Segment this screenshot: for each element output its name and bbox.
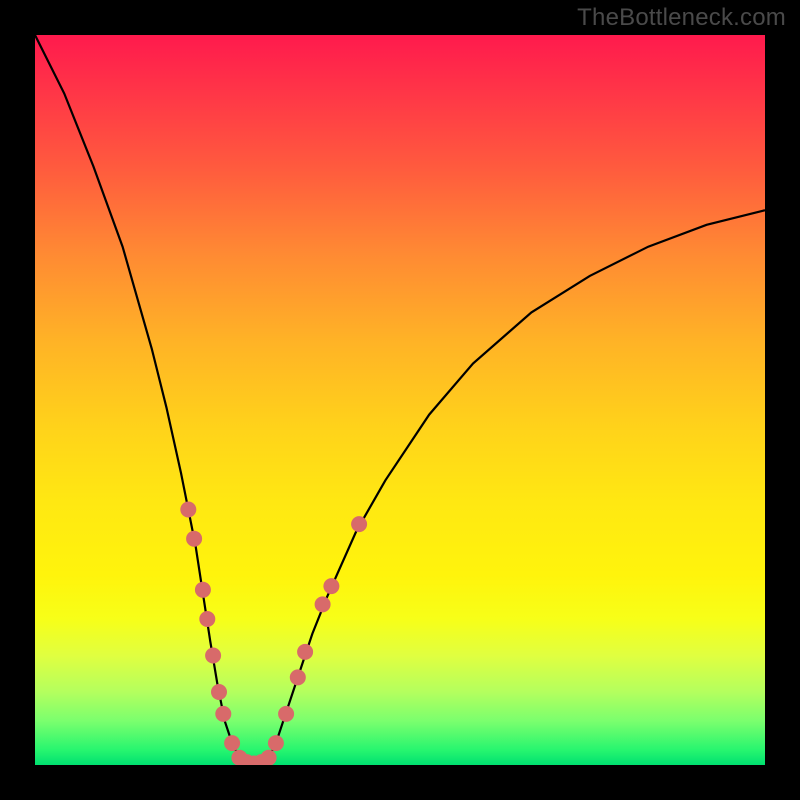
data-marker [211, 684, 227, 700]
data-marker [224, 735, 240, 751]
data-marker [351, 516, 367, 532]
bottleneck-curve [35, 35, 765, 765]
data-marker [323, 578, 339, 594]
data-marker [195, 582, 211, 598]
data-marker [315, 596, 331, 612]
data-marker [290, 669, 306, 685]
data-marker [261, 750, 277, 765]
data-marker [205, 648, 221, 664]
data-marker [268, 735, 284, 751]
watermark-text: TheBottleneck.com [577, 4, 786, 32]
plot-area [35, 35, 765, 765]
data-marker [278, 706, 294, 722]
data-marker [186, 531, 202, 547]
outer-frame: TheBottleneck.com [0, 0, 800, 800]
data-marker [199, 611, 215, 627]
data-marker [180, 502, 196, 518]
chart-svg [35, 35, 765, 765]
data-marker [297, 644, 313, 660]
data-marker [215, 706, 231, 722]
